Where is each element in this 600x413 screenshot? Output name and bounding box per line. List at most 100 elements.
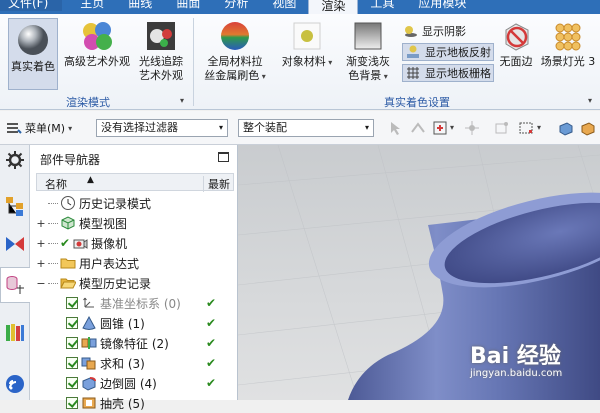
visibility-checkbox[interactable] [66, 297, 78, 309]
part-navigator-tab[interactable] [0, 267, 30, 303]
assembly-scope-value: 整个装配 [243, 121, 287, 134]
visibility-checkbox[interactable] [66, 317, 78, 329]
selection-filter-select[interactable]: 没有选择过滤器 ▾ [96, 119, 228, 137]
tree-row-shell[interactable]: 抽壳 (5) [36, 393, 234, 413]
expand-icon[interactable]: + [36, 217, 46, 230]
floor-reflection-icon [407, 45, 419, 58]
visibility-checkbox[interactable] [66, 337, 78, 349]
menu-app-modules[interactable]: 应用模块 [406, 0, 478, 11]
latest-checkmark-icon: ✔ [206, 316, 217, 330]
menu-render[interactable]: 渲染 [308, 0, 359, 14]
global-material-dropdown-icon[interactable]: ▾ [259, 72, 266, 81]
menu-button[interactable]: 菜单(M) ▾ [6, 118, 72, 138]
expand-icon[interactable]: + [36, 257, 46, 270]
tree-row-history-mode[interactable]: 历史记录模式 [36, 193, 234, 213]
face-select-icon[interactable] [580, 120, 596, 136]
true-shading-settings-expand-icon[interactable]: ▾ [588, 96, 592, 105]
tree-row-label: 模型视图 [79, 216, 128, 231]
tree-row-model-history[interactable]: − 模型历史记录 [36, 273, 234, 293]
part-navigator: 部件导航器 名称 ▲ 最新 历史记录模式 + 模型视图 + ✔ 摄像机 + 用户… [30, 145, 238, 411]
scene-light-button[interactable]: 场景灯光 3 [538, 20, 598, 90]
gradient-background-button[interactable]: 渐变浅灰 色背景 ▾ [340, 20, 396, 90]
material-sphere-icon [221, 22, 249, 50]
clock-icon [61, 196, 75, 210]
menubar: 文件(F) 主页 曲线 曲面 分析 视图 渲染 工具 应用模块 [0, 0, 600, 14]
show-shadow-toggle[interactable]: 显示阴影 [402, 22, 466, 40]
assembly-scope-select[interactable]: 整个装配 ▾ [238, 119, 374, 137]
sphere-icon [18, 25, 48, 55]
object-material-dropdown-icon[interactable]: ▾ [326, 58, 332, 67]
checkmark-icon: ✔ [60, 236, 71, 250]
select-icon[interactable] [388, 120, 404, 136]
tree-row-camera[interactable]: + ✔ 摄像机 [36, 233, 234, 253]
render-mode-expand-icon[interactable]: ▾ [180, 96, 184, 105]
assembly-navigator-icon[interactable] [4, 195, 26, 217]
ribbon: 真实着色 高级艺术外观 光线追踪 艺术外观 ▾ 渲染模式 全局材料拉 丝金属刷色… [0, 14, 600, 110]
point-select-icon[interactable] [432, 120, 448, 136]
raytrace-label-2: 艺术外观 [139, 69, 183, 82]
tree-row-cone[interactable]: 圆锥 (1) ✔ [36, 313, 234, 333]
no-edges-icon [505, 23, 529, 51]
gradient-background-label-2: 色背景 [348, 69, 382, 82]
global-material-button[interactable]: 全局材料拉 丝金属刷色 ▾ [200, 20, 270, 90]
tree-row-user-expressions[interactable]: + 用户表达式 [36, 253, 234, 273]
tree-row-mirror-feature[interactable]: 镜像特征 (2) ✔ [36, 333, 234, 353]
menu-view[interactable]: 视图 [260, 0, 308, 11]
tree-row-label: 求和 (3) [100, 356, 145, 371]
collapse-icon[interactable]: − [36, 277, 46, 290]
global-material-label-2: 丝金属刷色 [204, 69, 260, 82]
reuse-library-icon[interactable] [4, 321, 26, 343]
baidu-watermark-url: jingyan.baidu.com [470, 368, 563, 379]
sort-ascending-icon[interactable]: ▲ [87, 175, 94, 185]
menu-tools[interactable]: 工具 [358, 0, 406, 11]
model-views-icon [61, 216, 75, 230]
unite-icon [81, 357, 96, 370]
gear-icon[interactable] [4, 149, 26, 171]
raytrace-label-1: 光线追踪 [139, 55, 183, 68]
gradient-background-dropdown-icon[interactable]: ▾ [381, 72, 388, 81]
web-browser-icon[interactable] [4, 373, 26, 395]
solid-select-icon[interactable] [558, 120, 574, 136]
show-floor-reflection-toggle[interactable]: 显示地板反射 [402, 43, 494, 61]
expand-icon[interactable]: + [36, 237, 46, 250]
visibility-checkbox[interactable] [66, 397, 78, 409]
column-name-header[interactable]: 名称 [45, 176, 67, 192]
show-floor-grid-label: 显示地板栅格 [425, 67, 491, 80]
menu-surface[interactable]: 曲面 [164, 0, 212, 11]
object-material-button[interactable]: 对象材料 ▾ [278, 20, 336, 90]
quick-pick-icon[interactable] [464, 120, 480, 136]
visibility-checkbox[interactable] [66, 377, 78, 389]
shell-icon [82, 397, 96, 409]
rectangle-select-icon[interactable] [518, 120, 534, 136]
advanced-art-button[interactable]: 高级艺术外观 [62, 20, 132, 90]
column-latest-header[interactable]: 最新 [203, 176, 230, 192]
menu-home[interactable]: 主页 [62, 0, 116, 11]
camera-icon [73, 239, 88, 249]
tree-row-datum-csys[interactable]: 基准坐标系 (0) ✔ [36, 293, 234, 313]
object-material-icon [293, 22, 321, 50]
show-floor-grid-toggle[interactable]: 显示地板栅格 [402, 64, 494, 82]
latest-checkmark-icon: ✔ [206, 356, 217, 370]
no-edges-button[interactable]: 无面边 [496, 20, 536, 90]
menu-curve[interactable]: 曲线 [116, 0, 164, 11]
true-shading-button[interactable]: 真实着色 [8, 18, 58, 90]
tree-row-label: 用户表达式 [79, 256, 140, 271]
group-label-true-shading-settings: 真实着色设置 [384, 96, 450, 109]
menu-analysis[interactable]: 分析 [212, 0, 260, 11]
tree-row-label: 抽壳 (5) [100, 396, 145, 411]
raytrace-button[interactable]: 光线追踪 艺术外观 [134, 20, 188, 90]
select-all-icon[interactable] [494, 120, 510, 136]
tree-row-edge-blend[interactable]: 边倒圆 (4) ✔ [36, 373, 234, 393]
rectangle-select-dropdown-icon[interactable]: ▾ [537, 123, 541, 132]
constraint-navigator-icon[interactable] [4, 233, 26, 255]
latest-checkmark-icon: ✔ [206, 296, 217, 310]
snap-icon[interactable] [410, 120, 426, 136]
tree-row-label: 模型历史记录 [79, 276, 152, 291]
tree-row-model-views[interactable]: + 模型视图 [36, 213, 234, 233]
maximize-icon[interactable] [218, 152, 229, 162]
menu-file[interactable]: 文件(F) [0, 0, 63, 11]
point-select-dropdown-icon[interactable]: ▾ [450, 123, 454, 132]
tree-row-label: 历史记录模式 [79, 196, 152, 211]
visibility-checkbox[interactable] [66, 357, 78, 369]
tree-row-unite[interactable]: 求和 (3) ✔ [36, 353, 234, 373]
